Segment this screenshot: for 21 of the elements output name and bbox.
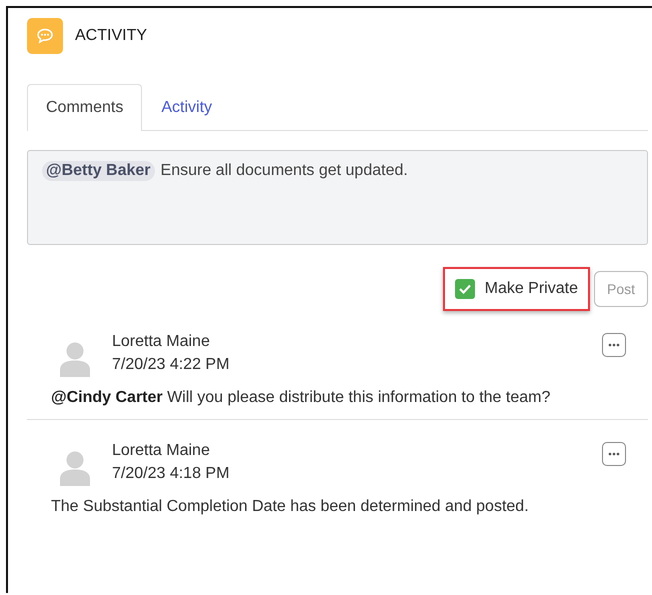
ellipsis-icon [608, 452, 620, 456]
more-options-button[interactable] [602, 333, 626, 357]
avatar-icon [58, 341, 92, 377]
comment-time: 7/20/23 4:22 PM [112, 356, 230, 374]
author-name: Loretta Maine [112, 442, 211, 460]
checkbox-icon[interactable] [454, 279, 475, 299]
avatar-icon [58, 450, 92, 486]
comment-time: 7/20/23 4:18 PM [112, 465, 230, 483]
more-options-button[interactable] [602, 442, 626, 466]
comment-text: The Substantial Completion Date has been determined and posted. [51, 498, 530, 516]
author-name: Loretta Maine [112, 333, 211, 351]
chat-bubble-icon [27, 18, 63, 54]
comment-input-field[interactable]: @Betty Baker Ensure all documents get updated. [27, 150, 648, 245]
tab[interactable]: Comments [27, 84, 142, 131]
panel-title: ACTIVITY [75, 27, 148, 45]
mention-tag: @Betty Baker [42, 161, 155, 181]
make-private-checkbox[interactable]: Make Private [442, 267, 590, 311]
comment-text: @Cindy Carter Will you please distribute this information to the team? [51, 389, 552, 407]
tab[interactable]: Activity [142, 84, 232, 131]
comment-text: Ensure all documents get updated. [160, 161, 408, 180]
ellipsis-icon [608, 343, 620, 347]
